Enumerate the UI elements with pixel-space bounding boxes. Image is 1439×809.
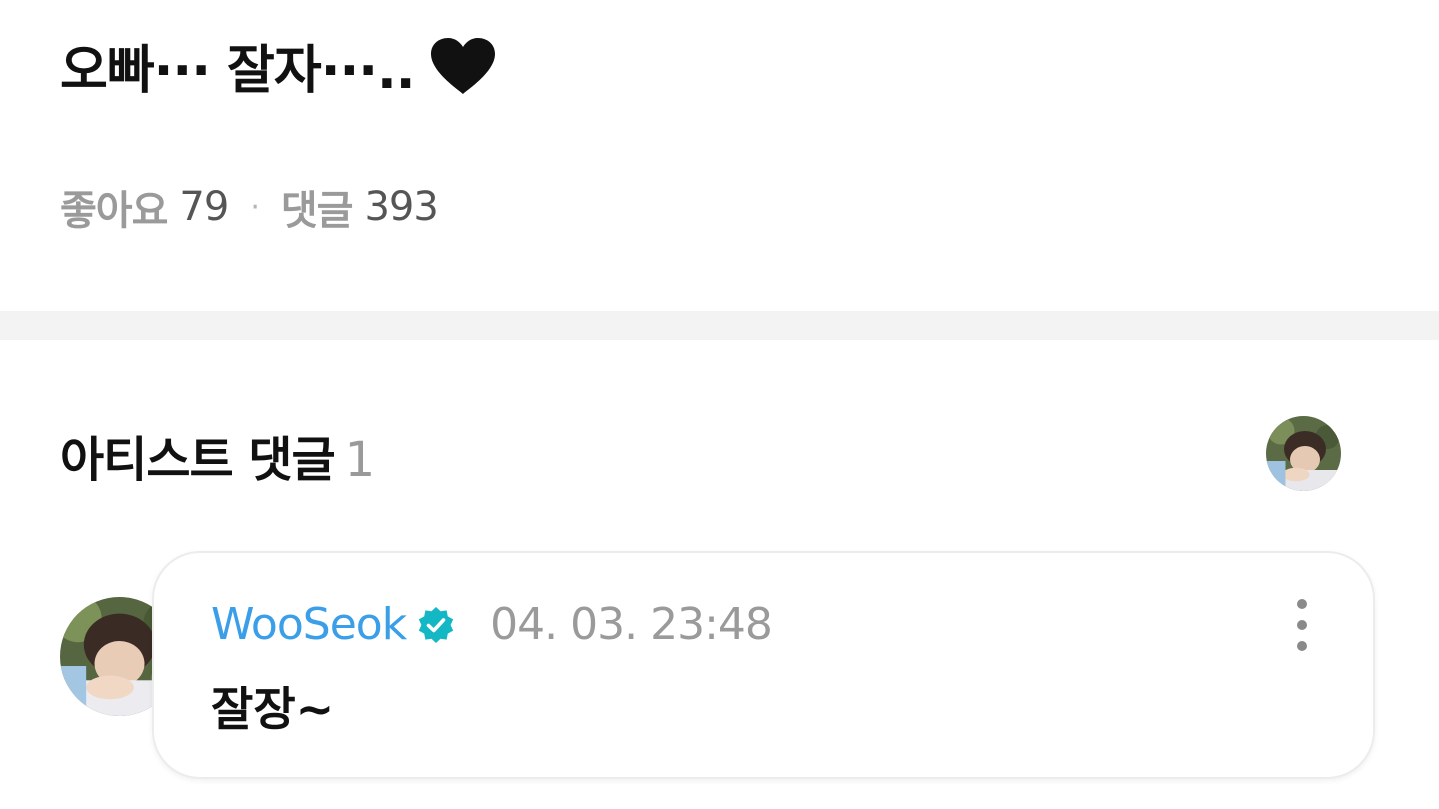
post-stats: 좋아요 79 · 댓글 393	[60, 178, 439, 236]
artist-comments-count: 1	[344, 432, 376, 488]
artist-comments-title: 아티스트 댓글	[60, 432, 336, 488]
comments-count[interactable]: 393	[364, 184, 438, 230]
comment-author-name[interactable]: WooSeok	[211, 599, 407, 650]
post-title-text: 오빠··· 잘자···..	[60, 41, 415, 101]
post-title: 오빠··· 잘자···..	[60, 28, 497, 103]
artist-photo	[1266, 416, 1341, 491]
artist-comment-card: WooSeok 04. 03. 23:48 잘장~	[152, 551, 1375, 779]
comment-meta: WooSeok 04. 03. 23:48	[211, 599, 773, 650]
stats-separator: ·	[250, 189, 259, 225]
more-vertical-icon	[1297, 599, 1307, 609]
comment-timestamp: 04. 03. 23:48	[490, 599, 773, 650]
more-options-button[interactable]	[1284, 599, 1320, 651]
black-heart-icon	[430, 37, 495, 94]
artist-avatar[interactable]	[1266, 416, 1341, 491]
likes-count[interactable]: 79	[179, 184, 229, 230]
artist-comments-header: 아티스트 댓글 1	[60, 420, 376, 490]
verified-badge-icon	[418, 606, 454, 643]
comments-label[interactable]: 댓글	[281, 178, 354, 236]
post-page: 오빠··· 잘자···.. 좋아요 79 · 댓글 393 아티스트 댓글1	[0, 0, 1439, 809]
likes-label[interactable]: 좋아요	[60, 178, 168, 236]
comment-body: 잘장~	[211, 682, 335, 736]
section-divider	[0, 311, 1439, 340]
